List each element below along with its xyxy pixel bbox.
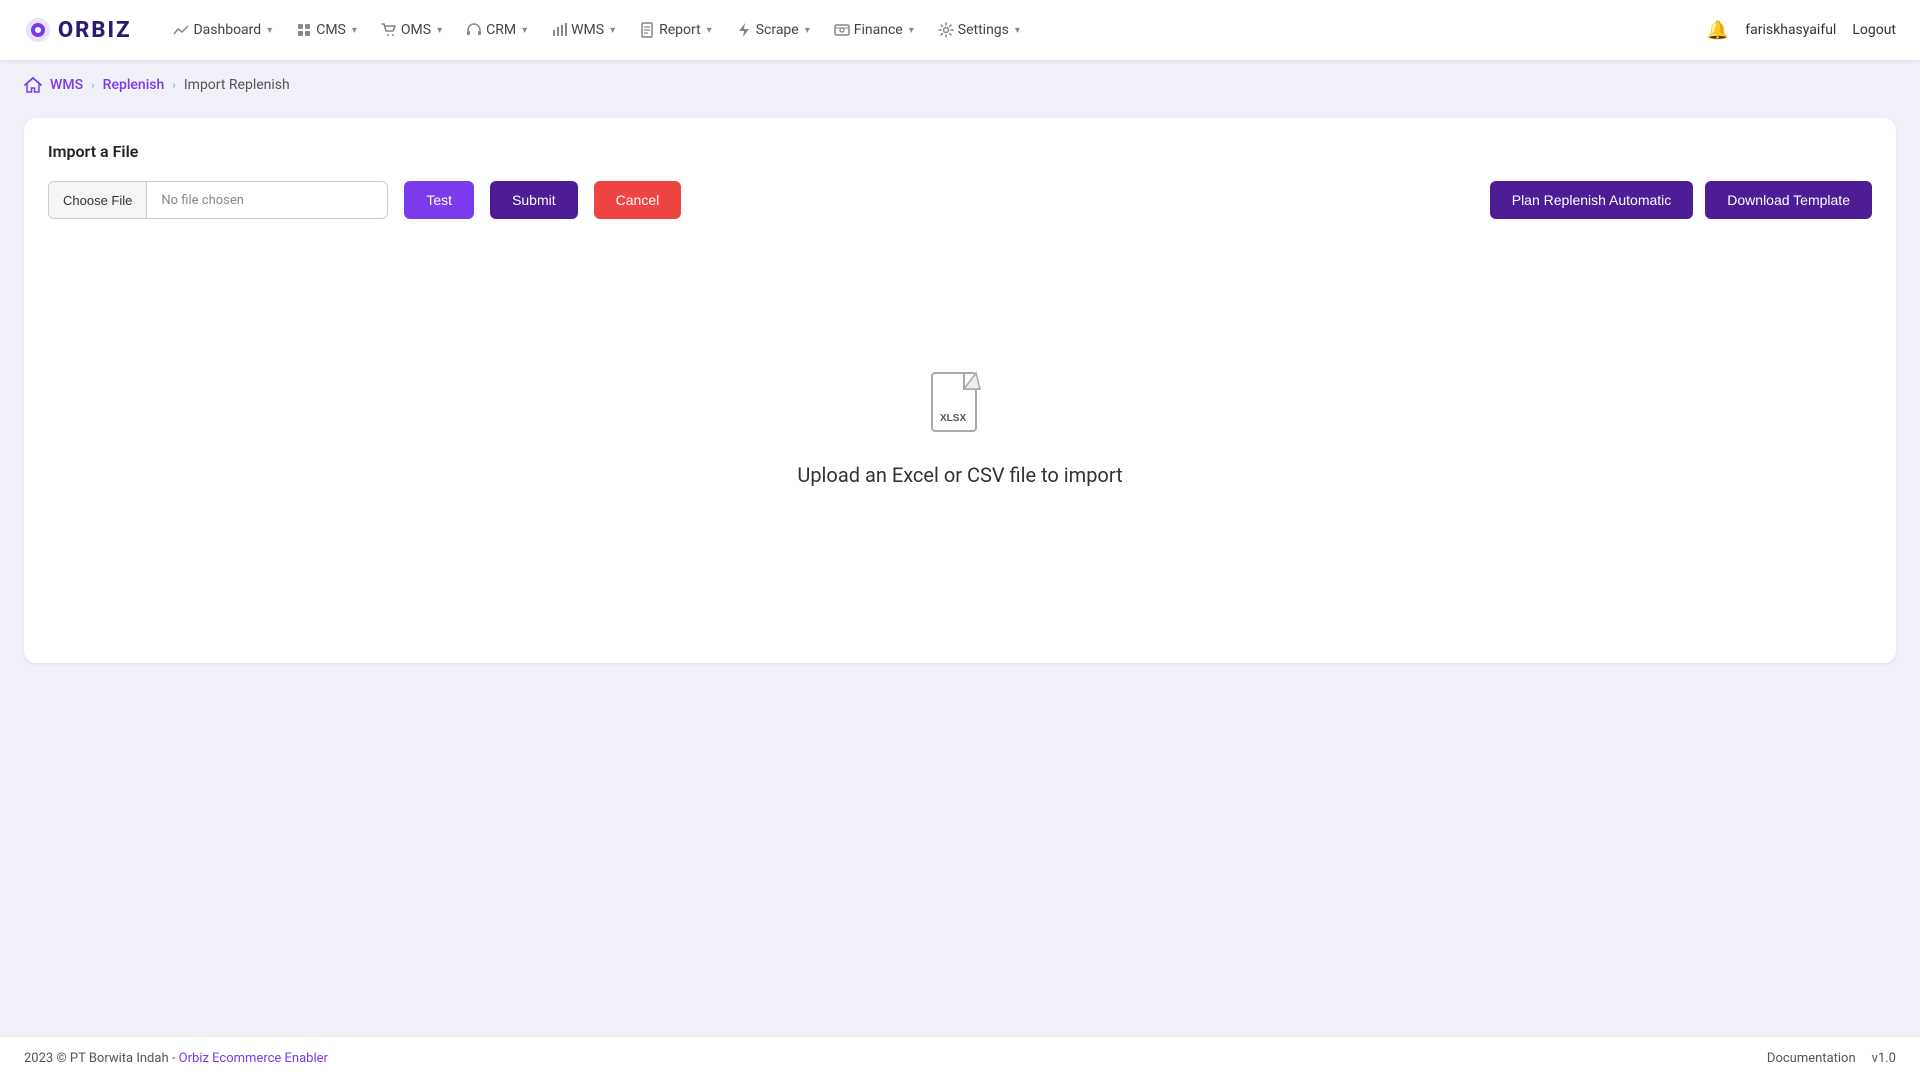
nav-scrape[interactable]: Scrape ▾: [726, 16, 820, 44]
plan-replenish-button[interactable]: Plan Replenish Automatic: [1490, 181, 1694, 219]
drop-zone: XLSX Upload an Excel or CSV file to impo…: [48, 219, 1872, 639]
documentation-link[interactable]: Documentation: [1767, 1051, 1856, 1066]
navbar: ORBIZ Dashboard ▾ CMS ▾: [0, 0, 1920, 60]
report-icon: [639, 22, 655, 38]
username-display[interactable]: fariskhasyaiful: [1745, 22, 1836, 38]
nav-finance[interactable]: Finance ▾: [824, 16, 924, 44]
file-name-display: No file chosen: [147, 193, 387, 208]
submit-button[interactable]: Submit: [490, 181, 578, 219]
footer: 2023 © PT Borwita Indah - Orbiz Ecommerc…: [0, 1036, 1920, 1080]
dashboard-arrow: ▾: [267, 25, 272, 36]
finance-arrow: ▾: [909, 25, 914, 36]
finance-icon: [834, 22, 850, 38]
headset-icon: [466, 22, 482, 38]
cms-arrow: ▾: [352, 25, 357, 36]
dashboard-icon: [173, 22, 189, 38]
logo[interactable]: ORBIZ: [24, 16, 131, 44]
test-button[interactable]: Test: [404, 181, 474, 219]
file-input-wrapper[interactable]: Choose File No file chosen: [48, 181, 388, 219]
nav-right: 🔔 fariskhasyaiful Logout: [1707, 20, 1896, 41]
cms-icon: [296, 22, 312, 38]
xlsx-label: XLSX: [940, 413, 966, 424]
drop-zone-text: Upload an Excel or CSV file to import: [797, 463, 1122, 487]
notification-bell[interactable]: 🔔: [1707, 20, 1729, 41]
nav-settings[interactable]: Settings ▾: [928, 16, 1030, 44]
breadcrumb-sep-1: ›: [91, 78, 95, 92]
footer-copyright: 2023 © PT Borwita Indah - Orbiz Ecommerc…: [24, 1051, 328, 1066]
footer-right: Documentation v1.0: [1767, 1051, 1896, 1066]
footer-brand-link[interactable]: Orbiz Ecommerce Enabler: [179, 1051, 328, 1066]
crm-arrow: ▾: [522, 25, 527, 36]
breadcrumb: WMS › Replenish › Import Replenish: [0, 60, 1920, 110]
right-action-buttons: Plan Replenish Automatic Download Templa…: [1490, 181, 1872, 219]
orbiz-logo-icon: [24, 16, 52, 44]
nav-oms[interactable]: OMS ▾: [371, 16, 452, 44]
settings-arrow: ▾: [1015, 25, 1020, 36]
breadcrumb-replenish[interactable]: Replenish: [103, 77, 165, 93]
file-upload-row: Choose File No file chosen Test Submit C…: [48, 181, 1872, 219]
card-title: Import a File: [48, 142, 1872, 161]
nav-cms[interactable]: CMS ▾: [286, 16, 367, 44]
nav-crm[interactable]: CRM ▾: [456, 16, 537, 44]
nav-report[interactable]: Report ▾: [629, 16, 722, 44]
home-icon: [24, 76, 42, 94]
xlsx-file-icon: XLSX: [928, 371, 992, 447]
cancel-button[interactable]: Cancel: [594, 181, 682, 219]
gear-icon: [938, 22, 954, 38]
wms-arrow: ▾: [610, 25, 615, 36]
logout-button[interactable]: Logout: [1852, 22, 1896, 38]
oms-arrow: ▾: [437, 25, 442, 36]
nav-items: Dashboard ▾ CMS ▾ OMS ▾: [163, 16, 1706, 44]
report-arrow: ▾: [707, 25, 712, 36]
bolt-icon: [736, 22, 752, 38]
download-template-button[interactable]: Download Template: [1705, 181, 1872, 219]
nav-wms[interactable]: WMS ▾: [541, 16, 625, 44]
breadcrumb-current: Import Replenish: [184, 77, 290, 93]
import-card: Import a File Choose File No file chosen…: [24, 118, 1896, 663]
wms-icon: [551, 22, 567, 38]
version-label: v1.0: [1872, 1051, 1896, 1066]
cart-icon: [381, 22, 397, 38]
choose-file-button[interactable]: Choose File: [49, 181, 147, 219]
scrape-arrow: ▾: [805, 25, 810, 36]
breadcrumb-sep-2: ›: [172, 78, 176, 92]
breadcrumb-wms[interactable]: WMS: [50, 77, 83, 93]
nav-dashboard[interactable]: Dashboard ▾: [163, 16, 282, 44]
brand-name: ORBIZ: [58, 18, 131, 43]
